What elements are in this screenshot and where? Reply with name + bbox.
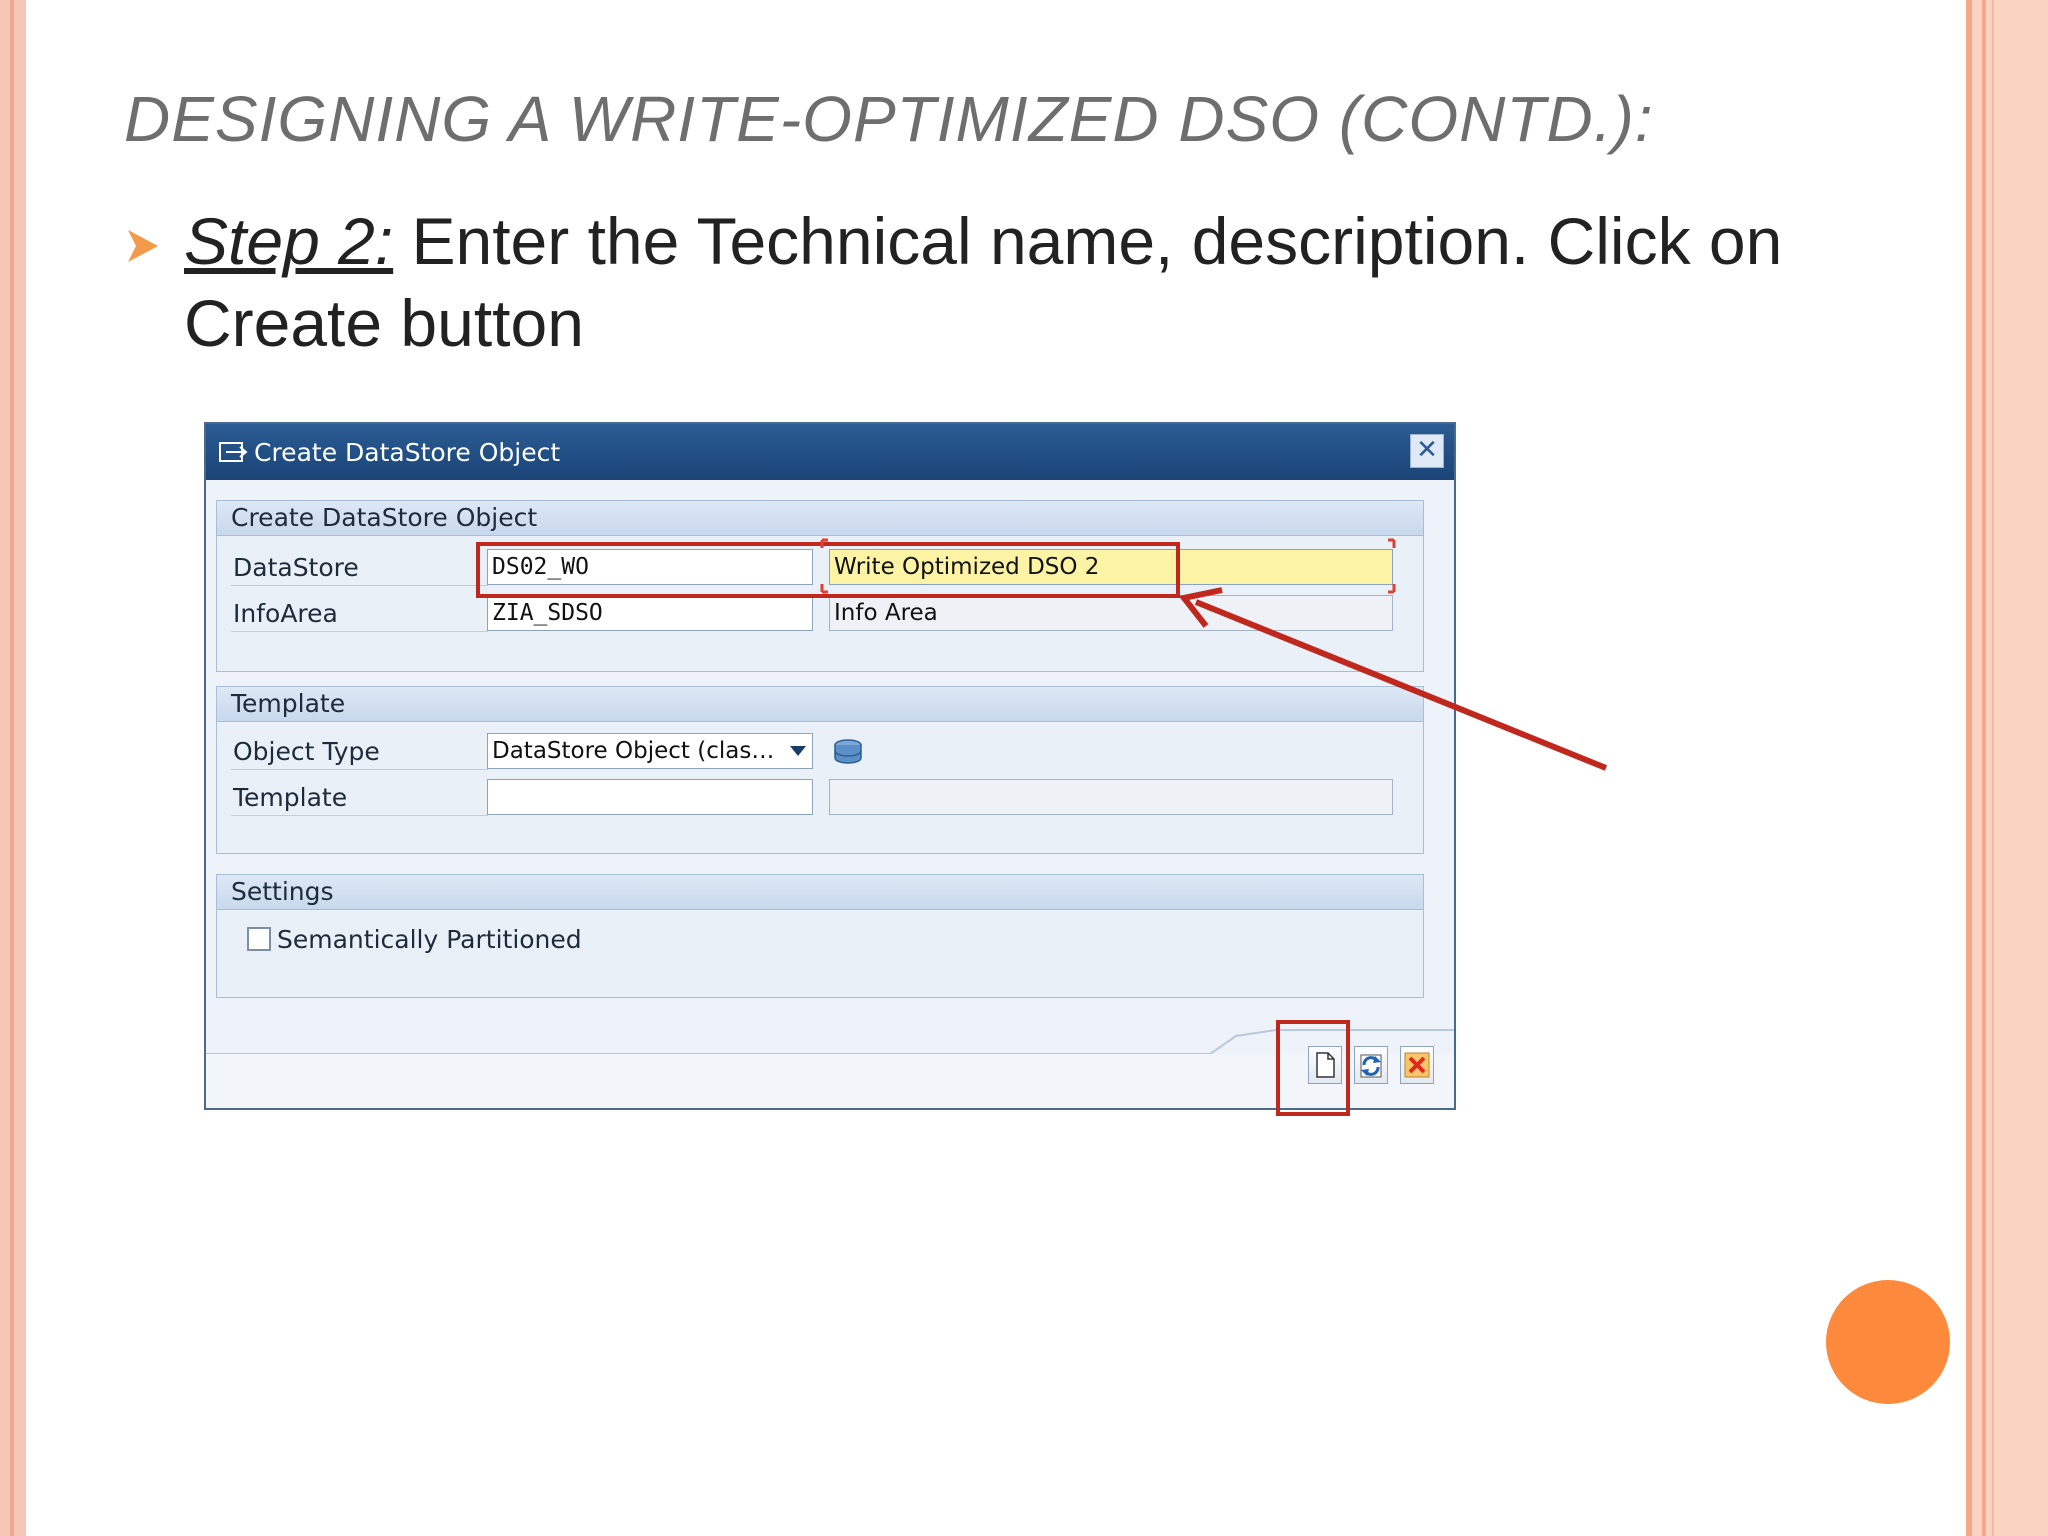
step-label: Step 2: [184, 204, 394, 278]
bullet-arrow-icon [128, 230, 158, 262]
cancel-button[interactable] [1400, 1046, 1434, 1084]
refresh-button[interactable] [1354, 1046, 1388, 1084]
slide-right-border [1966, 0, 2048, 1536]
step-instruction: Step 2: Enter the Technical name, descri… [184, 200, 1804, 364]
refresh-icon [1360, 1054, 1382, 1078]
slide-left-border [0, 0, 26, 1536]
technical-name-highlight [476, 542, 1180, 598]
decorative-circle [1826, 1280, 1950, 1404]
slide-title: DESIGNING A WRITE-OPTIMIZED DSO (CONTD.)… [124, 83, 1654, 155]
footer-divider [206, 1029, 1454, 1108]
step-description: Enter the Technical name, description. C… [184, 204, 1783, 360]
create-datastore-dialog: Create DataStore Object ✕ Create DataSto… [204, 422, 1456, 1110]
cancel-icon [1404, 1052, 1430, 1078]
create-button-highlight [1276, 1020, 1350, 1116]
